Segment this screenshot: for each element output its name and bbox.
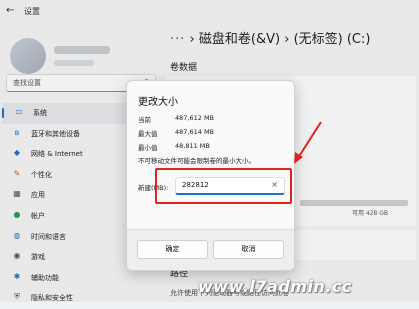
- dialog-footer: 确定 取消: [127, 229, 294, 270]
- current-label: 当前: [138, 116, 151, 124]
- cancel-button[interactable]: 取消: [213, 240, 284, 259]
- current-size-row: 当前 487,612 MB: [138, 114, 214, 124]
- max-size-row: 最大值 487,614 MB: [138, 128, 214, 138]
- current-value: 487,612 MB: [175, 114, 215, 122]
- dialog-title: 更改大小: [138, 97, 178, 108]
- min-size-row: 最小值 48,811 MB: [138, 142, 210, 152]
- max-value: 487,614 MB: [175, 128, 215, 136]
- min-label: 最小值: [138, 144, 158, 152]
- unmovable-files-note: 不可移动文件可能会限制卷的最小大小。: [138, 157, 255, 165]
- ok-button[interactable]: 确定: [137, 240, 208, 259]
- watermark-text: www.l7admin.cc: [198, 277, 352, 296]
- min-value: 48,811 MB: [175, 142, 210, 150]
- annotation-highlight-box: [155, 168, 292, 204]
- max-label: 最大值: [138, 130, 158, 138]
